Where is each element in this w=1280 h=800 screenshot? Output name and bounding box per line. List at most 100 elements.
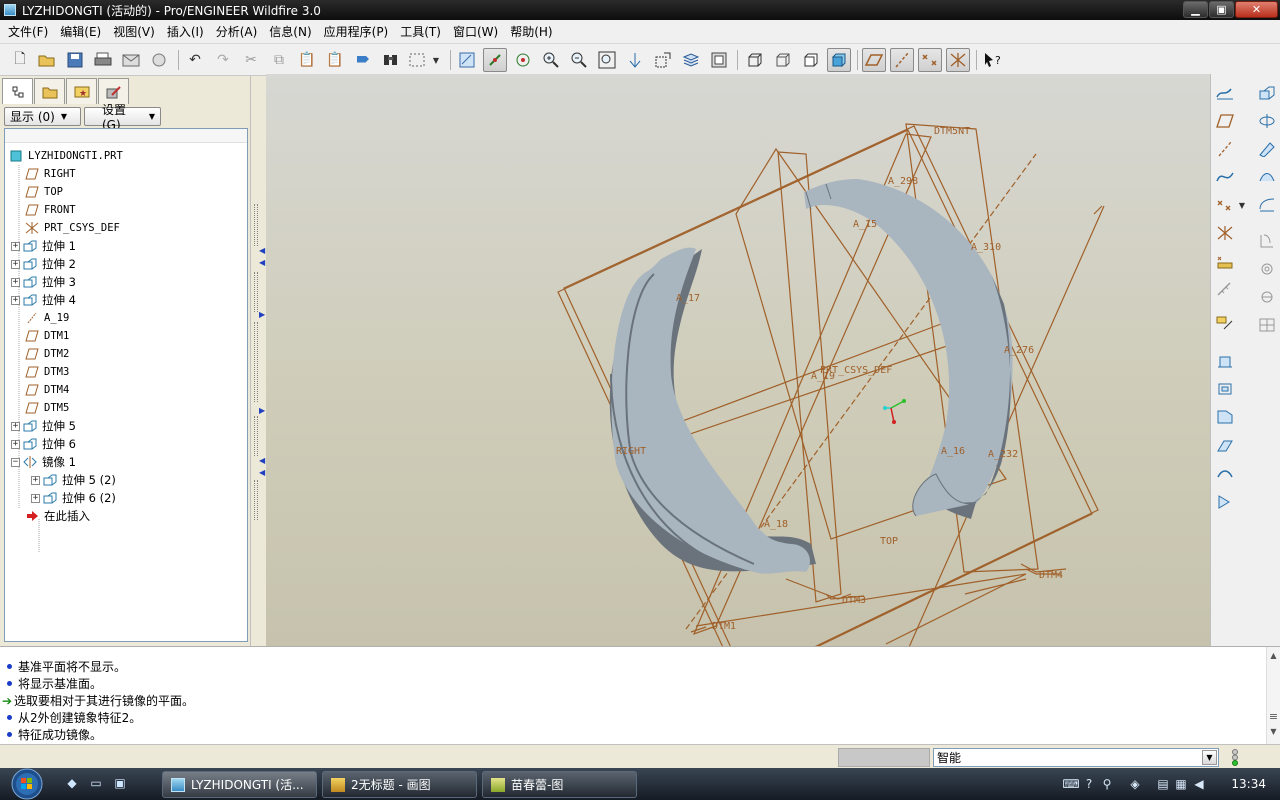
rib-tool-icon[interactable] xyxy=(1255,230,1279,252)
expand-icon[interactable]: + xyxy=(11,439,20,449)
copy-icon[interactable]: ⧉ xyxy=(267,48,291,72)
send-mail-icon[interactable] xyxy=(119,48,143,72)
datum-points-toggle-icon[interactable] xyxy=(918,48,942,72)
save-icon[interactable] xyxy=(63,48,87,72)
view-manager-icon[interactable] xyxy=(707,48,731,72)
zoom-out-icon[interactable] xyxy=(567,48,591,72)
trim-tool-icon[interactable] xyxy=(1213,462,1237,484)
layers-icon[interactable] xyxy=(679,48,703,72)
tree-node-csys[interactable]: PRT_CSYS_DEF xyxy=(25,219,120,237)
paste-special-icon[interactable]: 📋 xyxy=(323,48,347,72)
sketch-tool-icon[interactable] xyxy=(1213,82,1237,104)
task-proe[interactable]: LYZHIDONGTI (活... xyxy=(162,771,317,798)
tree-node-right[interactable]: RIGHT xyxy=(25,165,76,183)
collapse-arrow-icon[interactable]: ◀ xyxy=(259,456,265,465)
tree-node-axis-a19[interactable]: A_19 xyxy=(25,309,69,327)
context-help-icon[interactable]: ? xyxy=(981,48,1005,72)
menu-edit[interactable]: 编辑(E) xyxy=(54,23,107,40)
expand-icon[interactable]: + xyxy=(11,421,20,431)
network-icon[interactable]: ▦ xyxy=(1172,777,1190,791)
quicklaunch-switch-icon[interactable]: ▣ xyxy=(112,776,128,792)
chevron-down-icon[interactable]: ▼ xyxy=(1202,750,1217,765)
collapse-icon[interactable]: − xyxy=(11,457,20,467)
select-box-icon[interactable] xyxy=(407,48,427,72)
panel-splitter[interactable]: ◀ ◀ ▶ ▶ ◀ ◀ xyxy=(250,76,266,646)
keyboard-icon[interactable]: ⌨ xyxy=(1062,777,1080,791)
expand-arrow-icon[interactable]: ▶ xyxy=(259,310,265,319)
tree-node-insert-here[interactable]: 在此插入 xyxy=(25,507,90,525)
extend-tool-icon[interactable] xyxy=(1213,490,1237,512)
print-icon[interactable] xyxy=(91,48,115,72)
favorites-tab[interactable]: ★ xyxy=(66,78,97,104)
coord-sys-toggle-icon[interactable] xyxy=(946,48,970,72)
close-icon[interactable]: ✕ xyxy=(1235,1,1278,18)
quicklaunch-desktop-icon[interactable]: ▭ xyxy=(88,776,104,792)
hole-tool-icon[interactable] xyxy=(1255,258,1279,280)
saved-views-icon[interactable] xyxy=(651,48,675,72)
tree-node-dtm3[interactable]: DTM3 xyxy=(25,363,69,381)
datum-point-dropdown-icon[interactable]: ▼ xyxy=(1237,194,1247,216)
send-link-icon[interactable] xyxy=(147,48,171,72)
shading-icon[interactable] xyxy=(827,48,851,72)
collapse-arrow-icon[interactable]: ◀ xyxy=(259,246,265,255)
tree-node-extrude-5-copy[interactable]: + 拉伸 5 (2) xyxy=(31,471,116,489)
menu-window[interactable]: 窗口(W) xyxy=(447,23,504,40)
datum-plane-tool-icon[interactable] xyxy=(1213,110,1237,132)
tree-node-extrude-6[interactable]: + 拉伸 6 xyxy=(11,435,76,453)
menu-applications[interactable]: 应用程序(P) xyxy=(318,23,395,40)
task-paint[interactable]: 2无标题 - 画图 xyxy=(322,771,477,798)
extrude-tool-icon[interactable] xyxy=(1255,82,1279,104)
expand-icon[interactable]: + xyxy=(11,277,20,287)
clock[interactable]: 13:34 xyxy=(1231,777,1266,791)
menu-info[interactable]: 信息(N) xyxy=(263,23,317,40)
tree-node-top[interactable]: TOP xyxy=(25,183,63,201)
tree-node-dtm1[interactable]: DTM1 xyxy=(25,327,69,345)
tree-node-dtm2[interactable]: DTM2 xyxy=(25,345,69,363)
datum-curve-tool-icon[interactable] xyxy=(1213,166,1237,188)
new-file-icon[interactable]: 🗋 xyxy=(8,48,32,72)
redo-icon[interactable]: ↷ xyxy=(211,48,235,72)
select-dropdown-icon[interactable]: ▼ xyxy=(429,48,443,72)
repaint-icon[interactable] xyxy=(455,48,479,72)
expand-icon[interactable]: + xyxy=(31,475,40,485)
datum-axis-tool-icon[interactable] xyxy=(1213,138,1237,160)
model-tree-tab[interactable] xyxy=(2,78,33,104)
minimize-icon[interactable]: ▁ xyxy=(1183,1,1208,18)
tree-node-extrude-1[interactable]: + 拉伸 1 xyxy=(11,237,76,255)
language-icon[interactable]: ⚲ xyxy=(1098,777,1116,791)
show-dropdown[interactable]: 显示 (0) ▼ xyxy=(4,107,81,126)
cut-icon[interactable]: ✂ xyxy=(239,48,263,72)
annotation-tool-icon[interactable] xyxy=(1213,312,1237,334)
help-tray-icon[interactable]: ? xyxy=(1080,777,1098,791)
shield-icon[interactable]: ◈ xyxy=(1126,777,1144,791)
reorient-icon[interactable] xyxy=(623,48,647,72)
task-image[interactable]: 苗春蕾-图 xyxy=(482,771,637,798)
tree-node-root[interactable]: LYZHIDONGTI.PRT xyxy=(9,147,123,165)
tree-node-extrude-5[interactable]: + 拉伸 5 xyxy=(11,417,76,435)
selection-filter-dropdown[interactable]: 智能 ▼ xyxy=(933,748,1219,767)
tree-node-dtm5[interactable]: DTM5 xyxy=(25,399,69,417)
collapse-arrow-icon[interactable]: ◀ xyxy=(259,468,265,477)
expand-arrow-icon[interactable]: ▶ xyxy=(259,406,265,415)
safely-remove-icon[interactable]: ▤ xyxy=(1154,777,1172,791)
menu-view[interactable]: 视图(V) xyxy=(107,23,161,40)
model-canvas[interactable]: DTM5NT A_298 A_15 A_310 A_17 A_276 PRT_C… xyxy=(266,74,1210,646)
sweep-tool-icon[interactable] xyxy=(1255,138,1279,160)
pattern-tool-icon[interactable] xyxy=(1255,314,1279,336)
scroll-down-icon[interactable]: ▼ xyxy=(1267,727,1280,736)
revolve-tool-icon[interactable] xyxy=(1255,110,1279,132)
graphics-window[interactable]: DTM5NT A_298 A_15 A_310 A_17 A_276 PRT_C… xyxy=(266,74,1210,646)
expand-icon[interactable]: + xyxy=(11,295,20,305)
no-hidden-icon[interactable] xyxy=(799,48,823,72)
shell-tool-icon[interactable] xyxy=(1255,194,1279,216)
refit-icon[interactable] xyxy=(595,48,619,72)
tree-node-mirror-1[interactable]: − 镜像 1 xyxy=(11,453,76,471)
tree-node-dtm4[interactable]: DTM4 xyxy=(25,381,69,399)
datum-planes-toggle-icon[interactable] xyxy=(862,48,886,72)
datum-point-tool-icon[interactable] xyxy=(1213,194,1237,216)
wireframe-icon[interactable] xyxy=(743,48,767,72)
folder-browser-tab[interactable] xyxy=(34,78,65,104)
merge-tool-icon[interactable] xyxy=(1213,434,1237,456)
collapse-arrow-icon[interactable]: ◀ xyxy=(259,258,265,267)
expand-icon[interactable]: + xyxy=(31,493,40,503)
